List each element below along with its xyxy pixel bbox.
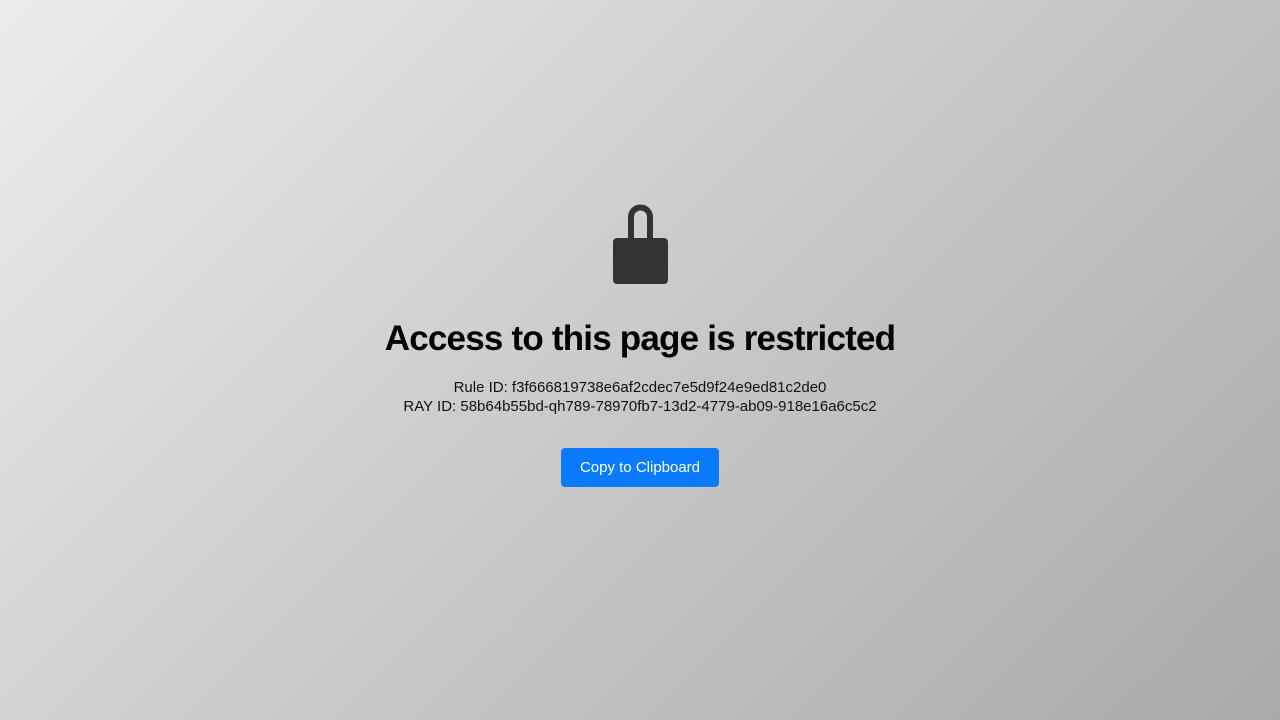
page-title: Access to this page is restricted xyxy=(384,319,896,358)
lock-icon xyxy=(612,204,669,285)
id-info: Rule ID: f3f666819738e6af2cdec7e5d9f24e9… xyxy=(0,378,1280,416)
copy-to-clipboard-button[interactable]: Copy to Clipboard xyxy=(561,448,719,487)
restricted-page: Access to this page is restricted Rule I… xyxy=(0,0,1280,720)
ray-id: RAY ID: 58b64b55bd-qh789-78970fb7-13d2-4… xyxy=(403,398,877,415)
rule-id: Rule ID: f3f666819738e6af2cdec7e5d9f24e9… xyxy=(453,379,827,396)
